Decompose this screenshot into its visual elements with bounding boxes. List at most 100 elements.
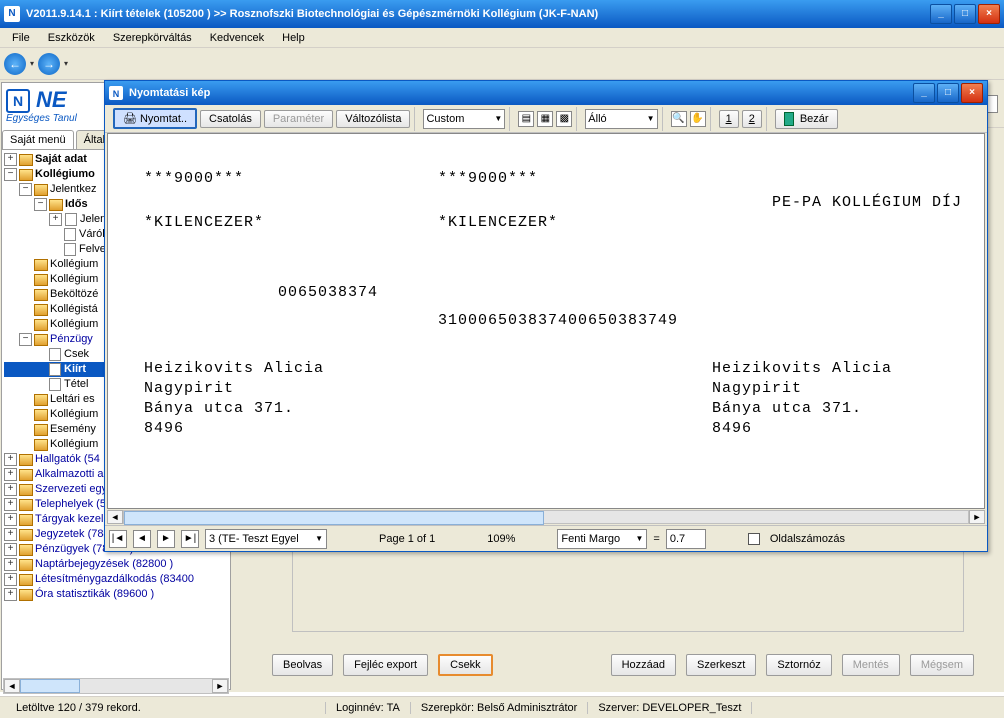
preview-scroll-right[interactable]: ► [969,510,985,524]
tree-item[interactable]: Idős [65,197,88,212]
expand-icon[interactable]: + [4,468,17,481]
tree-hscrollbar[interactable]: ◄ ► [3,678,229,694]
beolvas-button[interactable]: Beolvas [272,654,333,676]
view-grid-icon[interactable]: ▩ [556,111,572,127]
expand-icon[interactable]: + [4,558,17,571]
tree-item[interactable]: Tétel [64,377,88,392]
expand-icon[interactable]: + [4,573,17,586]
zoom-icon[interactable]: 🔍 [671,111,687,127]
hand-pan-icon[interactable]: ✋ [690,111,706,127]
tree-item[interactable]: Naptárbejegyzések (82800 ) [35,557,173,572]
tree-item[interactable]: Kollégium [50,257,98,272]
menu-fav[interactable]: Kedvencek [202,30,272,46]
tree-item[interactable]: Felve [79,242,106,257]
menu-tools[interactable]: Eszközök [40,30,103,46]
tree-item[interactable]: Kollégistá [50,302,98,317]
preview-scroll-thumb[interactable] [124,511,544,525]
menu-file[interactable]: File [4,30,38,46]
mentes-button[interactable]: Mentés [842,654,900,676]
expand-icon[interactable]: + [4,498,17,511]
tab-sajat-menu[interactable]: Saját menü [2,130,74,149]
maximize-button[interactable]: □ [954,4,976,24]
tree-item[interactable]: Óra statisztikák (89600 ) [35,587,154,602]
expand-icon[interactable]: + [4,543,17,556]
tree-item[interactable]: Jelen [80,212,106,227]
print-button[interactable]: 🖨Nyomtat.. [113,108,197,129]
prev-page-button[interactable]: ◄ [133,530,151,548]
close-preview-button[interactable]: Bezár [775,109,838,129]
preview-canvas[interactable]: ***9000*** ***9000*** PE-PA KOLLÉGIUM DÍ… [107,133,985,509]
menu-role[interactable]: Szerepkörváltás [105,30,200,46]
forward-dropdown[interactable]: ▾ [64,59,68,68]
tree-item[interactable]: Kollégium [50,407,98,422]
scroll-left-button[interactable]: ◄ [4,679,20,693]
fejlec-export-button[interactable]: Fejléc export [343,654,428,676]
child-minimize-button[interactable]: _ [913,83,935,103]
attach-button[interactable]: Csatolás [200,110,261,128]
expand-icon[interactable]: + [4,513,17,526]
preview-hscrollbar[interactable]: ◄ ► [107,509,985,525]
menu-help[interactable]: Help [274,30,313,46]
tree-item[interactable]: Kollégium [50,272,98,287]
tree-item[interactable]: Pénzügy [50,332,93,347]
first-page-button[interactable]: |◄ [109,530,127,548]
status-role: Szerepkör: Belső Adminisztrátor [411,702,589,714]
tree-item[interactable]: Csek [64,347,89,362]
tree-item[interactable]: Hallgatók (54 [35,452,100,467]
megsem-button[interactable]: Mégsem [910,654,974,676]
tree-item[interactable]: Beköltözé [50,287,98,302]
expand-icon[interactable]: + [4,153,17,166]
tree-item[interactable]: Kollégium [50,317,98,332]
scroll-right-button[interactable]: ► [212,679,228,693]
margin-value-field[interactable]: 0.7 [666,529,706,549]
tree-item[interactable]: Váról [79,227,105,242]
margin-select[interactable]: Fenti Margo▼ [557,529,647,549]
tree-item[interactable]: Saját adat [35,152,87,167]
view-single-icon[interactable]: ▤ [518,111,534,127]
status-records: Letöltve 120 / 379 rekord. [6,702,326,714]
sztornoz-button[interactable]: Sztornóz [766,654,831,676]
collapse-icon[interactable]: − [19,183,32,196]
hozzaad-button[interactable]: Hozzáad [611,654,676,676]
tree-item[interactable]: Létesítménygazdálkodás (83400 [35,572,194,587]
back-dropdown[interactable]: ▾ [30,59,34,68]
scroll-thumb[interactable] [20,679,80,693]
szerkeszt-button[interactable]: Szerkeszt [686,654,756,676]
forward-button[interactable]: → [38,53,60,75]
tree-item[interactable]: Alkalmazotti a [35,467,103,482]
tree-item[interactable]: Leltári es [50,392,95,407]
zoom-select[interactable]: Custom▼ [423,109,505,129]
next-page-button[interactable]: ► [157,530,175,548]
view-multi-icon[interactable]: ▦ [537,111,553,127]
back-button[interactable]: ← [4,53,26,75]
expand-icon[interactable]: + [4,588,17,601]
collapse-icon[interactable]: − [34,198,47,211]
tree-item[interactable]: Kollégium [50,437,98,452]
doc-name-left: Heizikovits Alicia [144,360,324,377]
close-button[interactable]: × [978,4,1000,24]
orientation-select[interactable]: Álló▼ [585,109,657,129]
collapse-icon[interactable]: − [19,333,32,346]
tree-item-selected[interactable]: Kiírt [64,362,86,377]
child-close-button[interactable]: × [961,83,983,103]
page-1-button[interactable]: 1 [719,110,739,128]
preview-scroll-left[interactable]: ◄ [107,510,123,524]
minimize-button[interactable]: _ [930,4,952,24]
expand-icon[interactable]: + [49,213,62,226]
pagination-checkbox[interactable] [748,533,760,545]
child-maximize-button[interactable]: □ [937,83,959,103]
expand-icon[interactable]: + [4,453,17,466]
last-page-button[interactable]: ►| [181,530,199,548]
parameter-button[interactable]: Paraméter [264,110,333,128]
template-select[interactable]: 3 (TE- Teszt Egyel▼ [205,529,327,549]
expand-icon[interactable]: + [4,528,17,541]
csekk-button[interactable]: Csekk [438,654,493,676]
tree-item[interactable]: Esemény [50,422,96,437]
variable-list-button[interactable]: Változólista [336,110,410,128]
expand-icon[interactable]: + [4,483,17,496]
doc-city-right: Nagypirit [712,380,802,397]
tree-item[interactable]: Kollégiumo [35,167,95,182]
collapse-icon[interactable]: − [4,168,17,181]
page-2-button[interactable]: 2 [742,110,762,128]
tree-item[interactable]: Jelentkez [50,182,96,197]
